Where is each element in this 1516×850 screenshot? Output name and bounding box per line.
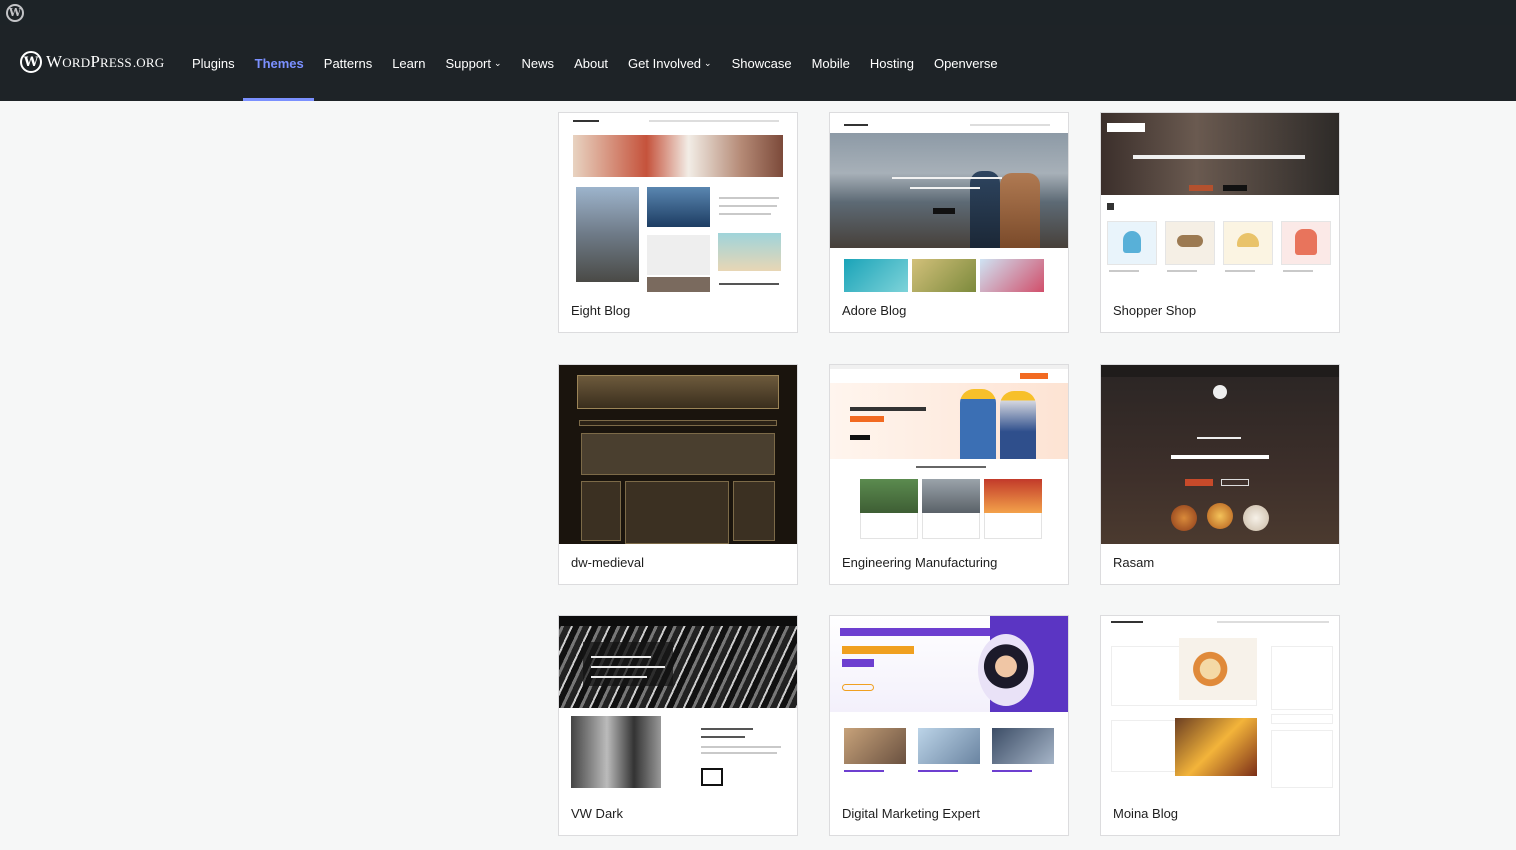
nav-about[interactable]: About: [574, 25, 608, 101]
wordpress-logo-icon: W: [20, 51, 42, 73]
main-navigation: Plugins Themes Patterns Learn Support ⌄ N…: [192, 25, 1018, 101]
site-header: W WORDPRESS.ORG Plugins Themes Patterns …: [0, 25, 1516, 101]
theme-card[interactable]: Adore Blog: [829, 112, 1069, 333]
admin-bar: W: [0, 0, 1516, 25]
chevron-down-icon: ⌄: [494, 57, 502, 68]
theme-screenshot[interactable]: [559, 365, 797, 544]
theme-name[interactable]: VW Dark: [571, 806, 623, 821]
theme-name[interactable]: Rasam: [1113, 555, 1154, 570]
nav-patterns[interactable]: Patterns: [324, 25, 372, 101]
nav-openverse[interactable]: Openverse: [934, 25, 998, 101]
chevron-down-icon: ⌄: [704, 57, 712, 68]
theme-card[interactable]: Engineering Manufacturing: [829, 364, 1069, 585]
nav-showcase[interactable]: Showcase: [732, 25, 792, 101]
nav-plugins[interactable]: Plugins: [192, 25, 235, 101]
theme-screenshot[interactable]: [830, 365, 1068, 544]
theme-name[interactable]: Adore Blog: [842, 303, 906, 318]
nav-support[interactable]: Support ⌄: [445, 25, 501, 101]
theme-card[interactable]: Eight Blog: [558, 112, 798, 333]
nav-mobile[interactable]: Mobile: [812, 25, 850, 101]
wordpress-org-logo[interactable]: W WORDPRESS.ORG: [20, 51, 164, 73]
theme-name[interactable]: dw-medieval: [571, 555, 644, 570]
theme-card[interactable]: VW Dark: [558, 615, 798, 836]
theme-screenshot[interactable]: [830, 113, 1068, 292]
theme-name[interactable]: Shopper Shop: [1113, 303, 1196, 318]
logo-wordmark: WORDPRESS.ORG: [46, 52, 165, 71]
theme-screenshot[interactable]: [1101, 365, 1339, 544]
theme-screenshot[interactable]: [559, 616, 797, 795]
theme-card[interactable]: Rasam: [1100, 364, 1340, 585]
theme-name[interactable]: Eight Blog: [571, 303, 630, 318]
nav-themes[interactable]: Themes: [242, 25, 314, 101]
nav-get-involved[interactable]: Get Involved ⌄: [628, 25, 712, 101]
nav-learn[interactable]: Learn: [392, 25, 425, 101]
theme-name[interactable]: Engineering Manufacturing: [842, 555, 997, 570]
theme-name[interactable]: Moina Blog: [1113, 806, 1178, 821]
theme-screenshot[interactable]: [1101, 616, 1339, 795]
theme-screenshot[interactable]: [1101, 113, 1339, 292]
theme-screenshot[interactable]: [559, 113, 797, 292]
theme-screenshot[interactable]: [830, 616, 1068, 795]
nav-news[interactable]: News: [522, 25, 555, 101]
theme-name[interactable]: Digital Marketing Expert: [842, 806, 980, 821]
theme-card[interactable]: Digital Marketing Expert: [829, 615, 1069, 836]
theme-card[interactable]: Moina Blog: [1100, 615, 1340, 836]
theme-card[interactable]: Shopper Shop: [1100, 112, 1340, 333]
nav-hosting[interactable]: Hosting: [870, 25, 914, 101]
theme-card[interactable]: dw-medieval: [558, 364, 798, 585]
wordpress-logo-icon[interactable]: W: [6, 3, 24, 22]
